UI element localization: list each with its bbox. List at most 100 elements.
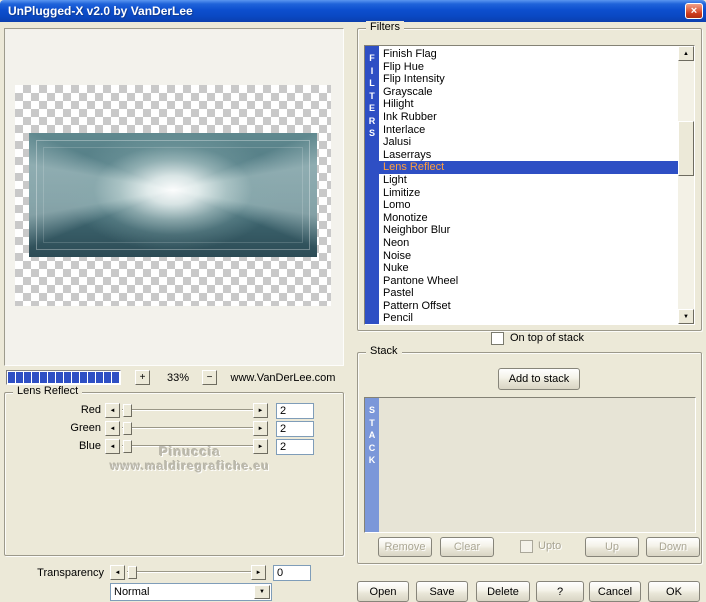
filter-list-item[interactable]: Neon bbox=[379, 237, 678, 250]
filter-list-item[interactable]: Light bbox=[379, 174, 678, 187]
filter-list-item[interactable]: Pastel bbox=[379, 287, 678, 300]
zoom-progress-segment bbox=[64, 372, 71, 383]
zoom-progress-segment bbox=[56, 372, 63, 383]
filter-list-item[interactable]: Pantone Wheel bbox=[379, 275, 678, 288]
down-button[interactable]: Down bbox=[646, 537, 700, 557]
help-button[interactable]: ? bbox=[536, 581, 584, 602]
red-value-input[interactable] bbox=[276, 403, 314, 419]
ok-button[interactable]: OK bbox=[648, 581, 700, 602]
stack-group-title: Stack bbox=[366, 345, 402, 357]
remove-button[interactable]: Remove bbox=[378, 537, 432, 557]
filter-list-item[interactable]: Laserrays bbox=[379, 149, 678, 162]
filter-list-item[interactable]: Noise bbox=[379, 250, 678, 263]
left-arrow-icon: ◄ bbox=[109, 425, 116, 432]
scroll-up-button[interactable]: ▲ bbox=[678, 46, 694, 61]
red-slider-left-arrow[interactable]: ◄ bbox=[105, 403, 120, 418]
green-slider-label: Green bbox=[70, 422, 101, 434]
cancel-button[interactable]: Cancel bbox=[589, 581, 641, 602]
transparency-track[interactable] bbox=[127, 565, 251, 580]
green-slider-left-arrow[interactable]: ◄ bbox=[105, 421, 120, 436]
filter-list-control: F I L T E R S Finish Flag Flip Hue Flip In… bbox=[364, 45, 695, 325]
watermark-line2: www.maldiregrafiche.eu bbox=[110, 459, 270, 473]
red-slider-thumb[interactable] bbox=[123, 404, 132, 417]
filter-list-item[interactable]: Ink Rubber bbox=[379, 111, 678, 124]
green-value-input[interactable] bbox=[276, 421, 314, 437]
filter-list-item[interactable]: Interlace bbox=[379, 124, 678, 137]
filter-list-item[interactable]: Neighbor Blur bbox=[379, 224, 678, 237]
blend-mode-combo[interactable]: Normal ▼ bbox=[110, 583, 272, 601]
vendor-website: www.VanDerLee.com bbox=[230, 372, 336, 384]
zoom-progress-segment bbox=[104, 372, 111, 383]
zoom-progress-segment bbox=[72, 372, 79, 383]
zoom-progress-segment bbox=[16, 372, 23, 383]
scroll-track[interactable] bbox=[678, 61, 694, 309]
stack-list[interactable] bbox=[379, 398, 695, 532]
filter-list-item[interactable]: Grayscale bbox=[379, 86, 678, 99]
right-arrow-icon: ► bbox=[255, 569, 262, 576]
filter-list-item[interactable]: Flip Intensity bbox=[379, 73, 678, 86]
transparency-value-input[interactable] bbox=[273, 565, 311, 581]
down-arrow-icon: ▼ bbox=[683, 313, 689, 320]
filter-list-item[interactable]: Monotize bbox=[379, 212, 678, 225]
green-slider-right-arrow[interactable]: ► bbox=[253, 421, 268, 436]
zoom-progress-segment bbox=[32, 372, 39, 383]
upto-checkbox[interactable] bbox=[520, 540, 533, 553]
stack-list-panel: S T A C K bbox=[364, 397, 696, 533]
add-to-stack-button[interactable]: Add to stack bbox=[498, 368, 580, 390]
save-button[interactable]: Save bbox=[416, 581, 468, 602]
delete-button[interactable]: Delete bbox=[476, 581, 530, 602]
filter-list-item[interactable]: Hilight bbox=[379, 98, 678, 111]
window-title: UnPlugged-X v2.0 by VanDerLee bbox=[8, 4, 193, 18]
transparency-thumb[interactable] bbox=[128, 566, 137, 579]
transparency-left-arrow[interactable]: ◄ bbox=[110, 565, 125, 580]
watermark-line1: Pinuccia bbox=[159, 444, 221, 459]
right-arrow-icon: ► bbox=[257, 407, 264, 414]
zoom-in-button[interactable]: + bbox=[135, 370, 150, 385]
clear-button[interactable]: Clear bbox=[440, 537, 494, 557]
filter-list-item[interactable]: Jalusi bbox=[379, 136, 678, 149]
upto-label: Upto bbox=[538, 540, 562, 552]
on-top-of-stack-checkbox[interactable] bbox=[491, 332, 504, 345]
transparency-right-arrow[interactable]: ► bbox=[251, 565, 266, 580]
zoom-out-button[interactable]: − bbox=[202, 370, 217, 385]
green-slider-thumb[interactable] bbox=[123, 422, 132, 435]
filter-list-item[interactable]: Finish Flag bbox=[379, 48, 678, 61]
filter-list-item[interactable]: Lomo bbox=[379, 199, 678, 212]
red-slider-right-arrow[interactable]: ► bbox=[253, 403, 268, 418]
close-button[interactable]: × bbox=[685, 3, 703, 19]
filter-list-item[interactable]: Limitize bbox=[379, 187, 678, 200]
filter-list-item[interactable]: Pattern Offset bbox=[379, 300, 678, 313]
filter-list-item[interactable]: Nuke bbox=[379, 262, 678, 275]
filters-vertical-label: F I L T E R S bbox=[365, 46, 379, 324]
open-button[interactable]: Open bbox=[357, 581, 409, 602]
combo-dropdown-button[interactable]: ▼ bbox=[254, 585, 270, 599]
zoom-progress-segment bbox=[96, 372, 103, 383]
lens-reflect-frame-inner bbox=[43, 147, 303, 243]
minus-icon: − bbox=[206, 371, 213, 383]
left-arrow-icon: ◄ bbox=[114, 569, 121, 576]
preview-panel bbox=[4, 28, 344, 366]
up-button[interactable]: Up bbox=[585, 537, 639, 557]
scroll-thumb[interactable] bbox=[678, 121, 694, 176]
zoom-progress-segment bbox=[80, 372, 87, 383]
red-slider-track[interactable] bbox=[122, 403, 253, 418]
zoom-progress-segment bbox=[24, 372, 31, 383]
filter-list-item[interactable]: Flip Hue bbox=[379, 61, 678, 74]
watermark: Pinuccia www.maldiregrafiche.eu bbox=[95, 444, 285, 473]
stack-vertical-label: S T A C K bbox=[365, 398, 379, 532]
preview-canvas[interactable] bbox=[15, 85, 331, 306]
filter-list-item[interactable]: Pencil bbox=[379, 312, 678, 324]
filter-list-item[interactable]: Lens Reflect bbox=[379, 161, 678, 174]
filters-group-title: Filters bbox=[366, 21, 404, 33]
chevron-down-icon: ▼ bbox=[259, 589, 265, 595]
titlebar[interactable]: UnPlugged-X v2.0 by VanDerLee × bbox=[0, 0, 706, 22]
green-slider-track[interactable] bbox=[122, 421, 253, 436]
filter-list-scrollbar[interactable]: ▲ ▼ bbox=[678, 46, 694, 324]
scroll-down-button[interactable]: ▼ bbox=[678, 309, 694, 324]
preview-image bbox=[29, 133, 317, 257]
zoom-progress-segment bbox=[48, 372, 55, 383]
filter-list[interactable]: Finish Flag Flip Hue Flip Intensity Graysca… bbox=[379, 46, 678, 324]
zoom-progress-segment bbox=[112, 372, 119, 383]
plus-icon: + bbox=[139, 371, 146, 383]
filters-group: Filters F I L T E R S Finish Flag Flip Hu… bbox=[357, 21, 702, 331]
